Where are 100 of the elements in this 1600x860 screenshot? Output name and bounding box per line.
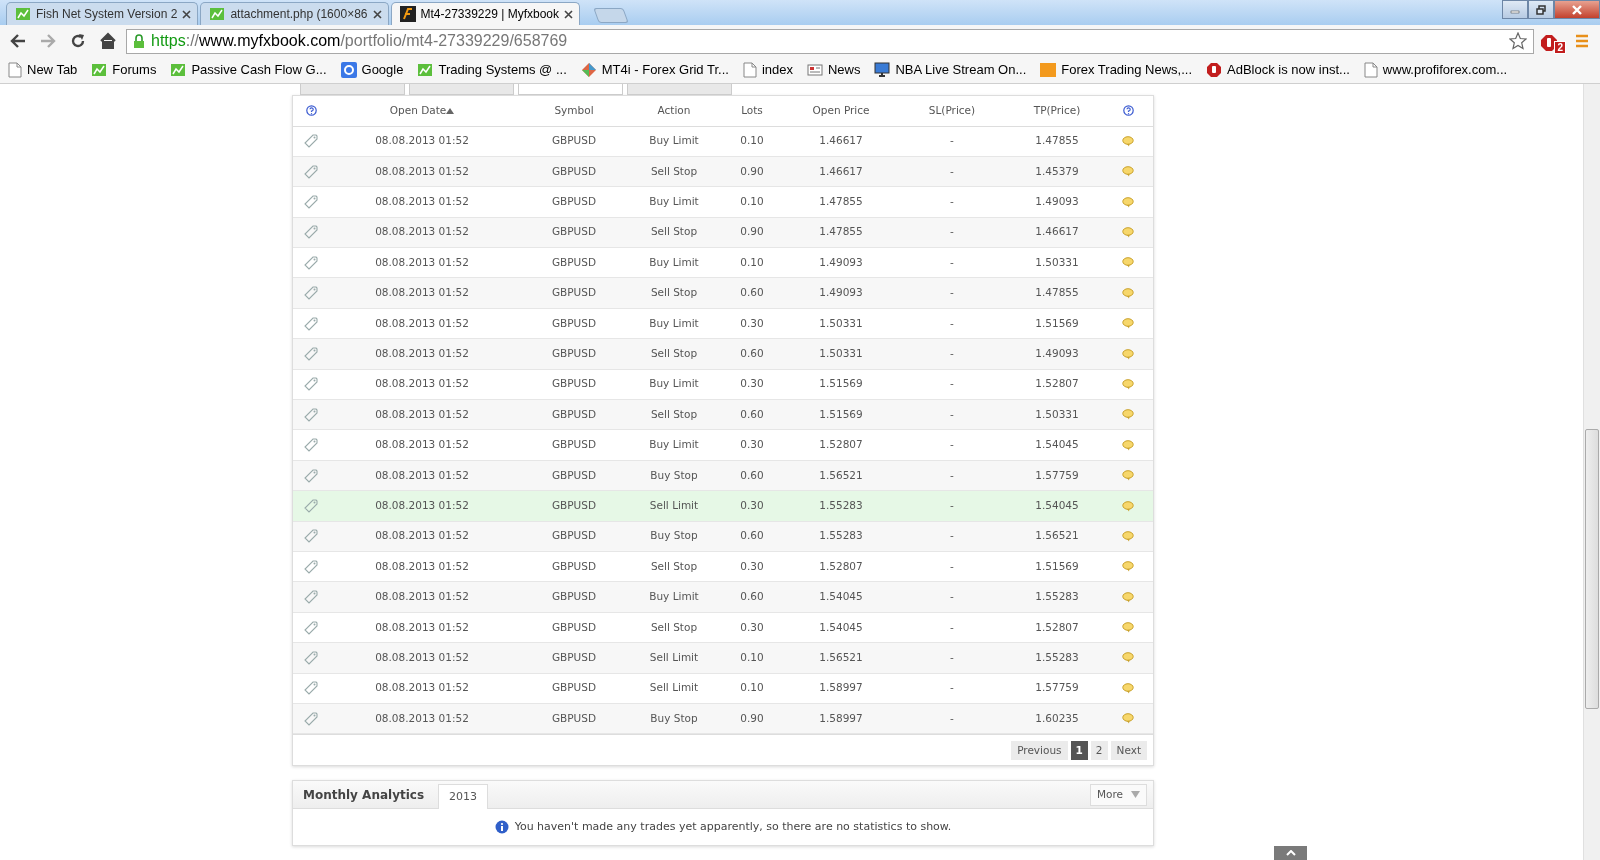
speech-bubble-icon[interactable] (1122, 713, 1134, 725)
tag-icon[interactable] (304, 347, 318, 362)
year-tab[interactable]: 2013 (438, 783, 489, 810)
star-icon[interactable] (1509, 32, 1527, 50)
close-icon[interactable] (182, 9, 192, 19)
scrollbar-thumb[interactable] (1585, 429, 1599, 709)
bookmark[interactable]: AdBlock is now inst... (1206, 60, 1350, 80)
tag-icon[interactable] (304, 620, 318, 635)
tag-icon[interactable] (304, 559, 318, 574)
table-cell: 0.10 (740, 255, 764, 268)
page-button[interactable]: 1 (1070, 741, 1088, 760)
speech-bubble-icon[interactable] (1122, 166, 1134, 178)
speech-bubble-icon[interactable] (1122, 530, 1134, 542)
column-header[interactable]: Symbol (554, 103, 594, 116)
browser-tab[interactable]: Mt4-27339229 | Myfxbook (390, 2, 581, 25)
address-bar[interactable]: https://www.myfxbook.com/portfolio/mt4-27339229/658769 (126, 28, 1534, 54)
speech-bubble-icon[interactable] (1122, 622, 1134, 634)
page-button[interactable]: 2 (1090, 741, 1108, 760)
tag-icon[interactable] (304, 286, 318, 301)
speech-bubble-icon[interactable] (1122, 287, 1134, 299)
table-cell: 1.47855 (819, 195, 863, 208)
speech-bubble-icon[interactable] (1122, 348, 1134, 360)
tag-icon[interactable] (304, 225, 318, 240)
column-header[interactable]: Open Price (812, 103, 870, 116)
close-icon[interactable] (564, 9, 574, 19)
tag-icon[interactable] (304, 377, 318, 392)
help-icon[interactable] (1122, 105, 1134, 117)
bookmark[interactable]: www.profiforex.com... (1363, 60, 1508, 80)
column-header[interactable]: Action (657, 103, 691, 116)
table-cell: Sell Stop (650, 620, 698, 633)
table-cell: 1.54045 (1035, 499, 1079, 511)
close-window-button[interactable] (1554, 0, 1600, 19)
speech-bubble-icon[interactable] (1122, 135, 1134, 147)
tag-icon[interactable] (304, 499, 318, 513)
tag-icon[interactable] (304, 590, 318, 605)
chart-icon (15, 6, 31, 22)
browser-tab[interactable]: attachment.php (1600×86 (200, 2, 389, 25)
table-cell: GBPUSD (551, 164, 597, 177)
speech-bubble-icon[interactable] (1122, 470, 1134, 482)
scrollbar[interactable] (1583, 84, 1600, 860)
tag-icon[interactable] (304, 438, 318, 453)
table-cell: 1.49093 (819, 286, 863, 299)
column-header[interactable]: TP(Price) (1033, 103, 1081, 116)
tag-icon[interactable] (304, 681, 318, 696)
table-cell: GBPUSD (551, 225, 597, 238)
speech-bubble-icon[interactable] (1122, 227, 1134, 238)
tag-icon[interactable] (304, 255, 318, 270)
speech-bubble-icon[interactable] (1122, 500, 1134, 512)
scroll-to-top-button[interactable] (1274, 846, 1307, 860)
tag-icon[interactable] (304, 407, 318, 422)
page-icon (1363, 62, 1378, 78)
bookmark[interactable]: Forex Trading News,... (1040, 60, 1193, 80)
bookmark[interactable]: Google (340, 60, 404, 80)
tag-icon[interactable] (304, 529, 318, 544)
speech-bubble-icon[interactable] (1122, 561, 1134, 573)
column-header[interactable]: Lots (741, 103, 763, 116)
bookmark[interactable]: index (742, 60, 793, 80)
browser-tab[interactable]: Fish Net System Version 2 (6, 2, 199, 25)
speech-bubble-icon[interactable] (1122, 378, 1134, 390)
table-cell: 08.08.2013 01:52 (375, 711, 469, 724)
tag-icon[interactable] (304, 650, 318, 665)
bookmark[interactable]: MT4i - Forex Grid Tr... (580, 60, 729, 80)
restore-button[interactable] (1528, 0, 1554, 19)
speech-bubble-icon[interactable] (1122, 409, 1134, 421)
table-cell: 1.50331 (1035, 407, 1079, 420)
speech-bubble-icon[interactable] (1122, 439, 1134, 451)
bookmark[interactable]: New Tab (8, 60, 78, 80)
column-header[interactable]: SL(Price) (928, 103, 976, 116)
bookmark[interactable]: News (806, 60, 861, 80)
speech-bubble-icon[interactable] (1122, 682, 1134, 694)
page-nav-button[interactable]: Previous (1011, 741, 1068, 760)
speech-bubble-icon[interactable] (1122, 318, 1134, 330)
tag-icon[interactable] (304, 468, 318, 483)
tag-icon[interactable] (304, 134, 318, 149)
tag-icon[interactable] (304, 711, 318, 726)
bookmark[interactable]: NBA Live Stream On... (874, 60, 1027, 80)
bookmark[interactable]: Trading Systems @ ... (417, 60, 567, 80)
new-tab-button[interactable] (593, 8, 629, 23)
bookmark[interactable]: Forums (91, 60, 157, 80)
sort-arrow-icon[interactable] (446, 107, 455, 114)
speech-bubble-icon[interactable] (1122, 591, 1134, 603)
table-cell: 1.45379 (1035, 164, 1079, 177)
close-icon[interactable] (372, 9, 382, 19)
tag-icon[interactable] (304, 195, 318, 210)
column-header[interactable]: Open Date (389, 103, 455, 116)
tag-icon[interactable] (304, 316, 318, 331)
table-cell: GBPUSD (551, 620, 597, 633)
table-cell: 08.08.2013 01:52 (375, 559, 469, 572)
adblock-button[interactable]: 2 (1540, 30, 1564, 52)
bookmark[interactable]: Passive Cash Flow G... (170, 60, 327, 80)
speech-bubble-icon[interactable] (1122, 652, 1134, 664)
table-cell: 1.46617 (819, 134, 863, 147)
table-cell: - (950, 590, 954, 603)
more-dropdown[interactable]: More (1089, 783, 1147, 806)
table-cell: - (950, 347, 954, 360)
speech-bubble-icon[interactable] (1122, 257, 1134, 269)
help-icon[interactable] (305, 105, 317, 117)
page-nav-button[interactable]: Next (1110, 741, 1147, 760)
speech-bubble-icon[interactable] (1122, 196, 1134, 208)
tag-icon[interactable] (304, 164, 318, 179)
